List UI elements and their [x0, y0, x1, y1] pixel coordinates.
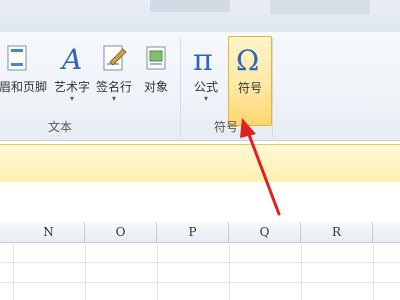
group-separator: [180, 38, 181, 138]
header-footer-button[interactable]: 眉和页脚: [0, 36, 52, 124]
cell-grid[interactable]: [0, 242, 400, 300]
column-header-next: [373, 222, 400, 243]
object-button[interactable]: 对象: [134, 36, 178, 124]
tab-blur: [270, 0, 370, 14]
header-footer-label: 眉和页脚: [0, 80, 47, 94]
title-tabs-strip: [0, 0, 400, 32]
column-header-o[interactable]: O: [85, 222, 157, 243]
grid-line: [229, 242, 230, 300]
pi-icon: π: [193, 43, 213, 74]
svg-text:Ω: Ω: [236, 44, 259, 75]
equation-label: 公式: [193, 80, 218, 94]
grid-line: [301, 242, 302, 300]
signature-line-label: 签名行: [95, 80, 132, 94]
tab-blur: [150, 0, 230, 12]
wordart-button[interactable]: A 艺术字 ▾: [50, 36, 94, 124]
grid-line: [373, 242, 374, 300]
column-header-blank: [0, 222, 14, 243]
grid-line: [85, 242, 86, 300]
wordart-icon: A: [59, 43, 82, 74]
wordart-label: 艺术字: [53, 80, 90, 94]
group-label-text: 文本: [48, 120, 73, 134]
symbol-label: 符号: [237, 81, 262, 95]
svg-text:A: A: [59, 43, 82, 74]
grid-line: [0, 282, 400, 283]
header-footer-icon: [7, 45, 27, 71]
chevron-down-icon: ▾: [111, 94, 116, 103]
object-label: 对象: [143, 80, 168, 94]
formula-area: [0, 182, 400, 223]
column-header-n[interactable]: N: [13, 222, 85, 243]
grid-line: [0, 262, 400, 263]
grid-line: [13, 242, 14, 300]
signature-line-icon: [103, 45, 127, 71]
group-separator: [272, 38, 273, 138]
column-header-p[interactable]: P: [157, 222, 229, 243]
signature-line-button[interactable]: 签名行 ▾: [92, 36, 136, 124]
column-header-r[interactable]: R: [301, 222, 373, 243]
chevron-down-icon: ▾: [203, 94, 208, 103]
notice-bar: [0, 144, 400, 184]
group-label-symbols: 符号: [214, 120, 239, 134]
ribbon-insert: 眉和页脚 A 艺术字 ▾ 签名行 ▾ 对象 π 公式 ▾ Ω 符号 文本 符号: [0, 32, 400, 141]
symbol-button[interactable]: Ω 符号: [228, 36, 272, 126]
column-header-q[interactable]: Q: [229, 222, 301, 243]
svg-text:π: π: [193, 43, 213, 74]
grid-line: [157, 242, 158, 300]
equation-button[interactable]: π 公式 ▾: [184, 36, 228, 124]
chevron-down-icon: ▾: [69, 94, 74, 103]
object-icon: [146, 46, 166, 70]
omega-icon: Ω: [236, 44, 259, 75]
